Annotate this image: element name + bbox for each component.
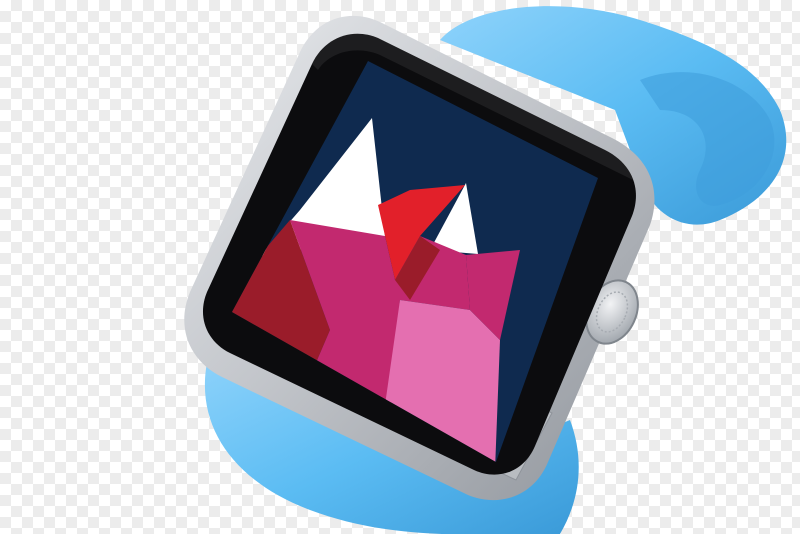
- smartwatch-illustration: [184, 6, 787, 534]
